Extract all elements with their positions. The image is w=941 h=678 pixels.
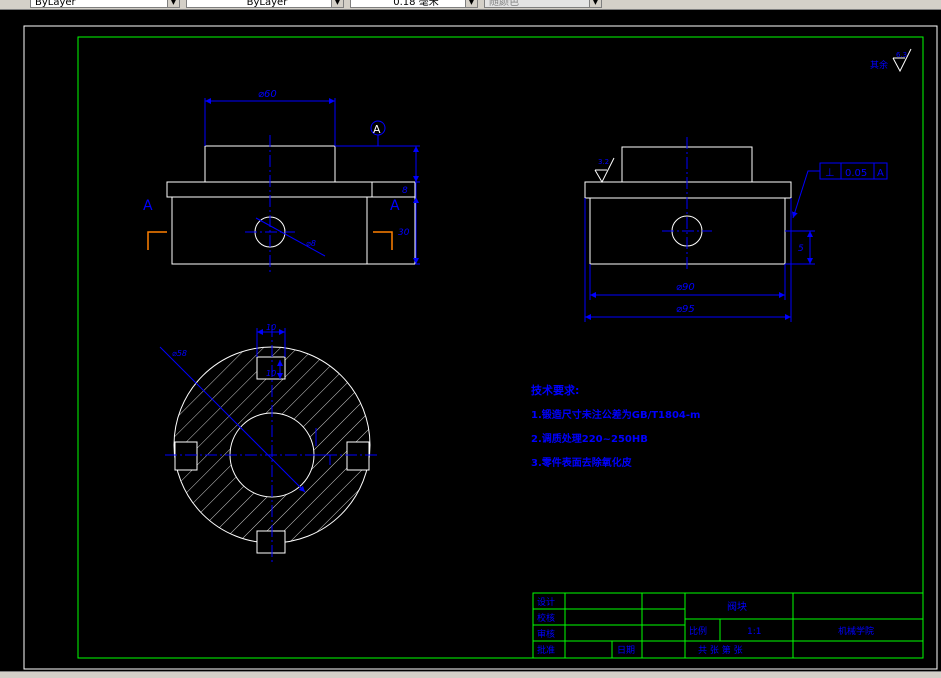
tb-check: 校核: [537, 612, 555, 624]
tech-item-1: 1.锻造尺寸未注公差为GB/T1804-m: [531, 408, 700, 421]
dim-8: 8: [402, 186, 408, 196]
dim-section-dia: ⌀58: [172, 349, 187, 358]
roughness-face-value: 3.2: [598, 158, 609, 166]
thickness-value: 0.18 毫米: [393, 0, 439, 8]
dim-hole: ⌀8: [306, 239, 316, 248]
thickness-combo[interactable]: 0.18 毫米 ▼: [350, 0, 478, 8]
tech-title: 技术要求:: [531, 383, 579, 397]
linetype-value: ByLayer: [35, 0, 76, 8]
section-label-a-right: A: [390, 198, 400, 214]
tech-item-2: 2.调质处理220~250HB: [531, 432, 648, 445]
tb-school: 机械学院: [838, 625, 874, 637]
section-label-a-left: A: [143, 198, 153, 214]
section-view-a-a[interactable]: 10 10 ⌀58: [159, 323, 378, 563]
tolerance-datum: A: [877, 168, 884, 179]
tech-item-3: 3.零件表面去除氧化皮: [531, 456, 632, 469]
tb-scale-value: 1:1: [747, 627, 761, 637]
roughness-other-symbol: 其余 6.3: [870, 48, 912, 73]
tb-date: 日期: [617, 645, 635, 656]
tolerance-symbol: ⊥: [825, 166, 835, 179]
tolerance-value: 0.05: [845, 168, 867, 179]
linetype-combo[interactable]: ByLayer ▼: [30, 0, 180, 8]
side-view[interactable]: 3.2 ⌀90 ⌀95 5 ⊥ 0.05 A: [584, 137, 888, 322]
lineweight-combo[interactable]: ByLayer ▼: [186, 0, 344, 8]
lineweight-value: ByLayer: [246, 0, 288, 8]
chevron-down-icon[interactable]: ▼: [589, 0, 601, 7]
technical-requirements: 技术要求: 1.锻造尺寸未注公差为GB/T1804-m 2.调质处理220~25…: [531, 383, 700, 469]
dim-phi90: ⌀90: [676, 282, 695, 293]
dim-key-width: 10: [266, 323, 276, 332]
roughness-other-label: 其余: [870, 59, 888, 71]
properties-toolbar: ByLayer ▼ ByLayer ▼ 0.18 毫米 ▼ 随颜色 ▼: [0, 0, 941, 10]
color-combo[interactable]: 随颜色 ▼: [484, 0, 602, 8]
drawing-canvas[interactable]: 其余 6.3 ⌀60 8 30 ⌀8 A A A 3.2 ⌀90 ⌀95 5 ⊥…: [0, 10, 941, 671]
title-block-text: 设计 校核 审核 批准 日期 阀块 比例 1:1 共 张 第 张 机械学院: [537, 596, 874, 656]
tb-scale-label: 比例: [689, 625, 707, 637]
tb-design: 设计: [537, 596, 555, 608]
tb-approve: 批准: [537, 644, 555, 656]
tb-part-name: 阀块: [727, 600, 747, 613]
datum-a-label: A: [373, 123, 381, 136]
chevron-down-icon[interactable]: ▼: [167, 0, 179, 7]
tb-quantity: 共 张 第 张: [698, 644, 743, 656]
section-arrow-left: [147, 231, 167, 250]
front-view[interactable]: ⌀60 8 30 ⌀8 A A A: [143, 89, 420, 272]
section-arrow-right: [373, 231, 393, 250]
dim-30: 30: [398, 228, 410, 238]
dim-phi95: ⌀95: [676, 304, 695, 315]
tb-review: 审核: [537, 628, 555, 640]
dim-key-height: 10: [266, 369, 276, 378]
dim-5: 5: [798, 244, 804, 254]
chevron-down-icon[interactable]: ▼: [465, 0, 477, 7]
color-value: 随颜色: [489, 0, 519, 8]
dim-phi60: ⌀60: [258, 89, 277, 100]
chevron-down-icon[interactable]: ▼: [331, 0, 343, 7]
